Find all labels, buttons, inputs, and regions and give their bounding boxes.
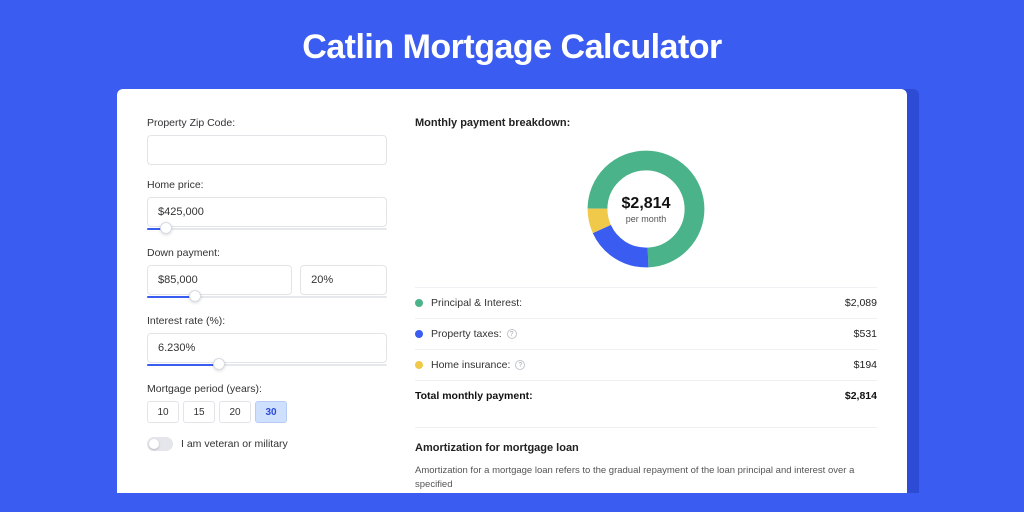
legend-label: Property taxes:? [431, 328, 854, 340]
legend-value: $531 [854, 328, 877, 340]
slider-thumb[interactable] [189, 290, 201, 302]
interest-input[interactable] [147, 333, 387, 363]
home-price-field: Home price: [147, 179, 387, 233]
legend-dot [415, 299, 423, 307]
period-option-20[interactable]: 20 [219, 401, 251, 423]
legend-label: Principal & Interest: [431, 297, 845, 309]
slider-thumb[interactable] [213, 358, 225, 370]
breakdown-column: Monthly payment breakdown: $2,814 per mo… [415, 117, 877, 493]
donut-chart: $2,814 per month [415, 139, 877, 287]
down-payment-field: Down payment: [147, 247, 387, 301]
calculator-card: Property Zip Code: Home price: Down paym… [117, 89, 907, 493]
home-price-slider[interactable] [147, 225, 387, 233]
donut-sub: per month [626, 214, 667, 224]
legend-label: Home insurance:? [431, 359, 854, 371]
zip-field: Property Zip Code: [147, 117, 387, 165]
breakdown-title: Monthly payment breakdown: [415, 117, 877, 129]
period-option-15[interactable]: 15 [183, 401, 215, 423]
legend-total-value: $2,814 [845, 390, 877, 402]
veteran-row: I am veteran or military [147, 437, 387, 451]
legend-value: $194 [854, 359, 877, 371]
down-payment-pct-input[interactable] [300, 265, 387, 295]
interest-label: Interest rate (%): [147, 315, 387, 327]
amortization-title: Amortization for mortgage loan [415, 442, 877, 454]
zip-label: Property Zip Code: [147, 117, 387, 129]
legend-row: Property taxes:?$531 [415, 319, 877, 350]
interest-field: Interest rate (%): [147, 315, 387, 369]
home-price-label: Home price: [147, 179, 387, 191]
interest-slider[interactable] [147, 361, 387, 369]
period-option-30[interactable]: 30 [255, 401, 287, 423]
slider-thumb[interactable] [160, 222, 172, 234]
legend-row: Principal & Interest:$2,089 [415, 288, 877, 319]
legend-value: $2,089 [845, 297, 877, 309]
page-title: Catlin Mortgage Calculator [0, 0, 1024, 89]
veteran-toggle[interactable] [147, 437, 173, 451]
legend-dot [415, 330, 423, 338]
veteran-label: I am veteran or military [181, 438, 288, 450]
legend-total-label: Total monthly payment: [415, 390, 845, 402]
legend-total-row: Total monthly payment:$2,814 [415, 381, 877, 411]
period-option-10[interactable]: 10 [147, 401, 179, 423]
amortization-section: Amortization for mortgage loan Amortizat… [415, 427, 877, 493]
donut-amount: $2,814 [622, 195, 671, 213]
down-payment-label: Down payment: [147, 247, 387, 259]
home-price-input[interactable] [147, 197, 387, 227]
amortization-text: Amortization for a mortgage loan refers … [415, 464, 877, 493]
form-column: Property Zip Code: Home price: Down paym… [147, 117, 387, 493]
period-field: Mortgage period (years): 10152030 [147, 383, 387, 423]
legend: Principal & Interest:$2,089Property taxe… [415, 287, 877, 411]
period-options: 10152030 [147, 401, 387, 423]
info-icon[interactable]: ? [507, 329, 517, 339]
legend-dot [415, 361, 423, 369]
legend-row: Home insurance:?$194 [415, 350, 877, 381]
zip-input[interactable] [147, 135, 387, 165]
info-icon[interactable]: ? [515, 360, 525, 370]
down-payment-slider[interactable] [147, 293, 387, 301]
period-label: Mortgage period (years): [147, 383, 387, 395]
down-payment-input[interactable] [147, 265, 292, 295]
